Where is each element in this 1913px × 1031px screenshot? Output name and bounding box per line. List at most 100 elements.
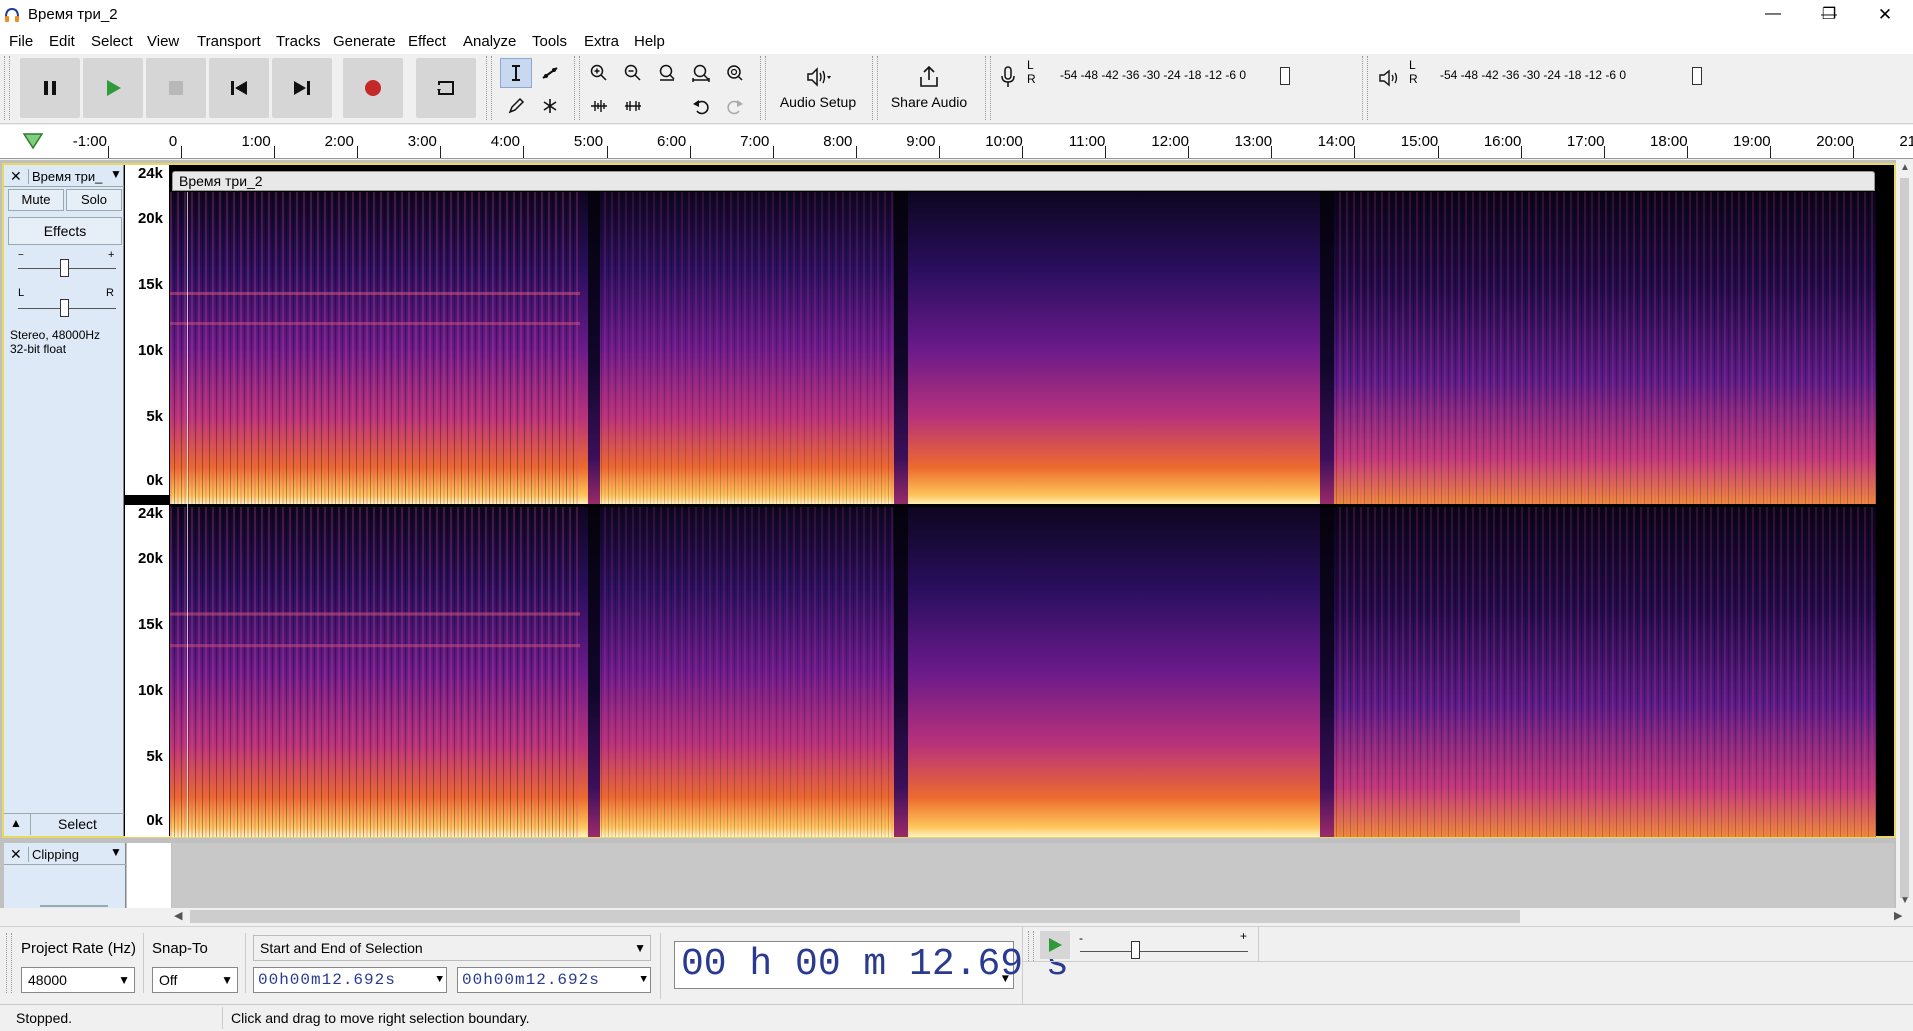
ruler-tick-label: 9:00	[906, 133, 936, 150]
stop-button[interactable]	[146, 58, 206, 118]
audio-setup-button[interactable]: Audio Setup	[772, 56, 864, 118]
scroll-up-icon[interactable]: ▲	[1900, 162, 1910, 173]
skip-to-start-button[interactable]	[209, 58, 269, 118]
menu-tracks[interactable]: Tracks	[276, 33, 320, 50]
toolbar-grip[interactable]	[1362, 56, 1368, 120]
close-button[interactable]: ✕	[1862, 0, 1908, 30]
toolbar-grip[interactable]	[4, 56, 10, 120]
track-close-icon[interactable]: ✕	[10, 168, 22, 185]
multi-tool-button[interactable]	[534, 91, 566, 121]
toolbar-grip[interactable]	[574, 56, 580, 120]
time-format-dropdown-icon[interactable]: ▼	[436, 968, 444, 992]
audio-position-display[interactable]: 00 h 00 m 12.69 s ▼	[674, 941, 1069, 989]
pan-slider[interactable]	[60, 299, 69, 317]
menu-tools[interactable]: Tools	[532, 33, 567, 50]
clipping-track[interactable]: ✕ Clipping ▼	[4, 843, 1894, 908]
scroll-left-icon[interactable]: ◀	[174, 909, 182, 922]
share-audio-button[interactable]: Share Audio	[884, 56, 974, 118]
zoom-in-button[interactable]	[583, 58, 615, 88]
speaker-dropdown-icon	[807, 67, 831, 87]
toolbar-grip[interactable]	[1028, 931, 1034, 961]
toolbar-grip[interactable]	[985, 56, 991, 120]
loop-button[interactable]	[416, 58, 476, 118]
toolbar-grip[interactable]	[6, 933, 12, 993]
vertical-scrollbar[interactable]: ▲ ▼	[1896, 160, 1913, 908]
pause-button[interactable]	[20, 58, 80, 118]
ruler-tick	[274, 146, 276, 158]
clipping-track-body[interactable]	[172, 843, 1894, 908]
horizontal-scroll-thumb[interactable]	[190, 910, 1520, 923]
gain-slider[interactable]	[60, 259, 69, 277]
envelope-tool-button[interactable]	[534, 58, 566, 88]
spectrogram-right-channel[interactable]	[170, 507, 1876, 837]
gain-minus-label: −	[18, 250, 24, 261]
vertical-scroll-thumb[interactable]	[1900, 178, 1909, 898]
menu-help[interactable]: Help	[634, 33, 665, 50]
timeline-ruler[interactable]: -1:00 0 1:00 2:00 3:00 4:00 5:00 6:00 7:00 8:00 9:…	[0, 125, 1913, 159]
menu-file[interactable]: File	[9, 33, 33, 50]
project-rate-select[interactable]: 48000 ▼	[21, 967, 135, 993]
toolbar-grip[interactable]	[760, 56, 766, 120]
solo-button[interactable]: Solo	[66, 189, 122, 211]
spectrogram-left-channel[interactable]	[170, 192, 1876, 505]
gain-plus-label: +	[108, 249, 115, 261]
zoom-out-button[interactable]	[617, 58, 649, 88]
menu-transport[interactable]: Transport	[197, 33, 261, 50]
menu-analyze[interactable]: Analyze	[463, 33, 516, 50]
toolbar-grip[interactable]	[486, 56, 492, 120]
scroll-down-icon[interactable]: ▼	[1900, 895, 1910, 906]
clipping-track-name[interactable]: Clipping	[28, 847, 108, 862]
frequency-scale-right[interactable]: 24k 20k 15k 10k 5k 0k	[125, 505, 169, 837]
scroll-right-icon[interactable]: ▶	[1894, 909, 1902, 922]
clip-title-bar[interactable]: Время три_2	[172, 171, 1875, 191]
fit-selection-button[interactable]	[651, 58, 683, 88]
play-head-indicator-icon[interactable]	[22, 131, 44, 151]
selection-end-time[interactable]: 00h00m12.692s ▼	[457, 967, 651, 993]
menu-view[interactable]: View	[147, 33, 179, 50]
effects-button[interactable]: Effects	[8, 217, 122, 245]
snap-to-select[interactable]: Off ▼	[152, 967, 238, 993]
record-button[interactable]	[343, 58, 403, 118]
horizontal-scrollbar[interactable]: ◀ ▶	[170, 908, 1913, 925]
menu-edit[interactable]: Edit	[49, 33, 75, 50]
redo-button[interactable]	[719, 91, 751, 121]
track-name-menu[interactable]: Время три_	[28, 169, 108, 184]
selection-start-time[interactable]: 00h00m12.692s ▼	[253, 967, 447, 993]
undo-button[interactable]	[685, 91, 717, 121]
silence-audio-button[interactable]	[617, 91, 649, 121]
undo-icon	[693, 100, 709, 115]
track-area[interactable]: ✕ Время три_ ▼ Mute Solo Effects − + L R…	[0, 160, 1913, 908]
scale-label-20k: 20k	[137, 210, 163, 227]
minimize-button[interactable]: —	[1750, 0, 1796, 30]
trim-audio-button[interactable]	[583, 91, 615, 121]
selection-mode-select[interactable]: Start and End of Selection ▼	[253, 935, 651, 961]
menu-select[interactable]: Select	[91, 33, 133, 50]
play-at-speed-button[interactable]	[1040, 931, 1070, 959]
toolbar-grip[interactable]	[872, 56, 878, 120]
menu-extra[interactable]: Extra	[584, 33, 619, 50]
play-button[interactable]	[83, 58, 143, 118]
playback-meter-slider[interactable]	[1692, 67, 1702, 85]
maximize-button[interactable]: ❐	[1806, 0, 1852, 30]
menu-generate[interactable]: Generate	[333, 33, 396, 50]
zoom-toggle-button[interactable]	[719, 58, 751, 88]
track-menu-dropdown-icon[interactable]: ▼	[110, 167, 122, 181]
frequency-scale-left[interactable]: 24k 20k 15k 10k 5k 0k	[125, 165, 169, 495]
select-track-button[interactable]: Select	[30, 814, 124, 835]
playback-meter[interactable]: LR -54 -48 -42 -36 -30 -24 -18 -12 -6 0	[1374, 58, 1734, 118]
time-format-dropdown-icon[interactable]: ▼	[640, 968, 648, 992]
selection-tool-button[interactable]	[500, 58, 532, 88]
menu-effect[interactable]: Effect	[408, 33, 446, 50]
skip-to-end-button[interactable]	[272, 58, 332, 118]
collapse-track-icon[interactable]: ▲	[10, 816, 22, 830]
clipping-close-icon[interactable]: ✕	[10, 846, 22, 863]
snap-to-value: Off	[159, 972, 178, 988]
mute-button[interactable]: Mute	[8, 189, 64, 211]
clipping-menu-dropdown-icon[interactable]: ▼	[110, 845, 122, 859]
recording-meter-slider[interactable]	[1280, 67, 1290, 85]
recording-meter[interactable]: LR -54 -48 -42 -36 -30 -24 -18 -12 -6 0	[994, 58, 1354, 118]
draw-tool-button[interactable]	[500, 91, 532, 121]
fit-project-button[interactable]	[685, 58, 717, 88]
playback-speed-slider[interactable]	[1131, 941, 1140, 959]
time-format-dropdown-icon[interactable]: ▼	[1002, 956, 1009, 1002]
